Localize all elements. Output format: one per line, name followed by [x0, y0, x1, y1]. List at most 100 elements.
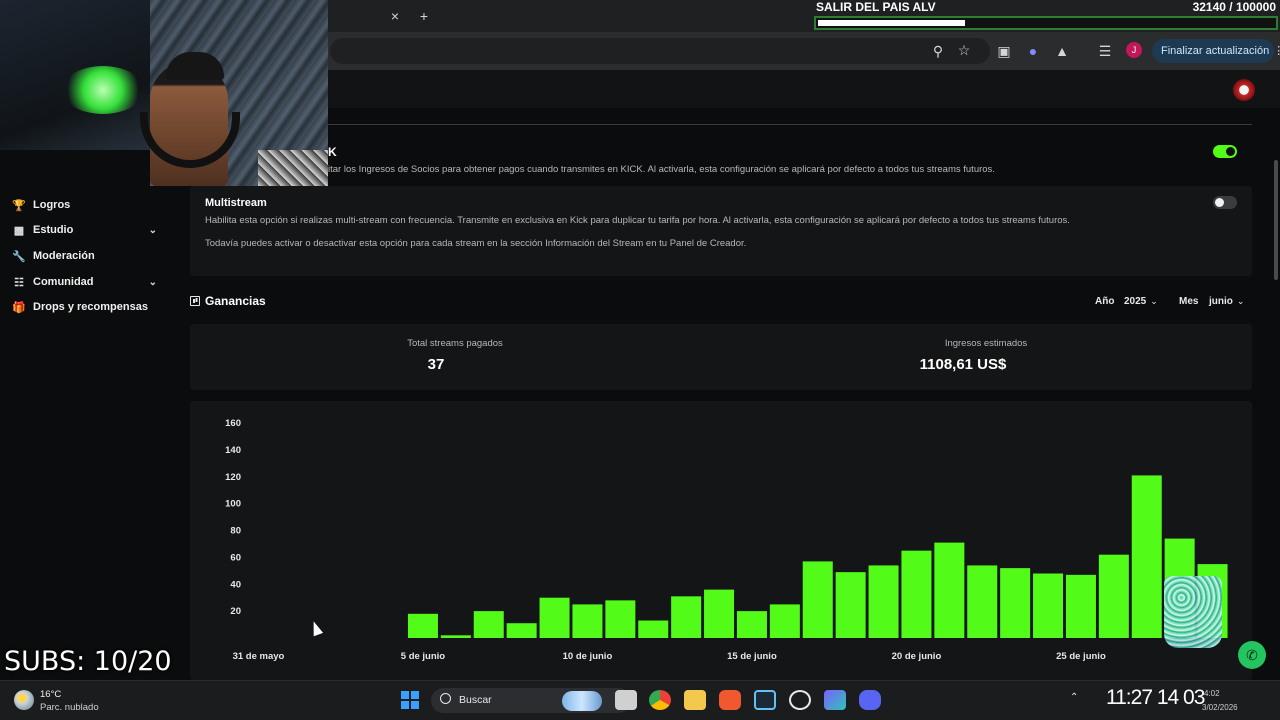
wrench-icon: 🔧 [12, 250, 26, 263]
earnings-bar-chart: 20 40 60 80 100 120 140 160 31 de mayo 5 de juni… [225, 418, 1228, 662]
sidebar-item-drops[interactable]: 🎁 Drops y recompensas [12, 297, 157, 317]
bar-9-jun[interactable] [539, 597, 570, 638]
sidebar-item-estudio[interactable]: ▩ Estudio ⌄ [12, 220, 157, 240]
sidebar-item-label: Comunidad [33, 276, 94, 288]
x-tick-label: 15 de junio [727, 651, 777, 662]
bookmark-star-icon[interactable]: ☆ [955, 41, 973, 59]
chrome-icon[interactable] [649, 690, 671, 710]
extensions-puzzle-icon[interactable]: ▲ [1053, 42, 1071, 60]
divider [328, 124, 1252, 125]
extension-icon[interactable]: ▣ [995, 42, 1013, 60]
x-tick-label: 5 de junio [401, 651, 446, 662]
y-tick-label: 20 [230, 606, 241, 617]
y-tick-label: 120 [225, 472, 241, 483]
new-tab-button[interactable]: + [415, 7, 433, 25]
app-diamond-icon[interactable] [824, 690, 846, 710]
profile-avatar[interactable]: J [1126, 42, 1142, 58]
chevron-down-icon: ⌄ [148, 276, 157, 288]
bar-20-jun[interactable] [901, 550, 932, 638]
subs-counter: SUBS: 10/20 [4, 646, 172, 677]
toggle-knob [1215, 198, 1224, 207]
year-value: 2025 [1124, 295, 1147, 307]
support-chat-button[interactable]: ✆ [1238, 641, 1266, 669]
month-select[interactable]: junio ⌄ [1209, 293, 1253, 309]
weather-description[interactable]: Parc. nublado [40, 702, 99, 713]
finish-update-button[interactable]: Finalizar actualización ⋮ [1152, 39, 1280, 63]
community-icon: ☷ [14, 276, 24, 289]
chevron-down-icon: ⌄ [1236, 295, 1245, 306]
bar-15-jun[interactable] [736, 611, 767, 638]
more-vertical-icon: ⋮ [1273, 45, 1280, 57]
bar-26-jun[interactable] [1098, 554, 1129, 638]
gift-icon: 🎁 [12, 301, 26, 314]
steam-icon[interactable] [754, 690, 776, 710]
bar-17-jun[interactable] [802, 561, 833, 638]
update-label: Finalizar actualización [1161, 45, 1270, 57]
multistream-toggle[interactable] [1213, 196, 1237, 209]
scrollbar[interactable] [1274, 160, 1278, 280]
bar-18-jun[interactable] [835, 572, 866, 638]
estimated-income-label: Ingresos estimados [944, 338, 1028, 349]
sidebar-item-moderacion[interactable]: 🔧 Moderación [12, 246, 157, 266]
bar-21-jun[interactable] [934, 542, 965, 638]
bar-chart-icon [190, 296, 200, 306]
goal-progress-bar [814, 16, 1278, 30]
clock-date[interactable]: 3/02/2026 [1202, 703, 1238, 712]
x-tick-label: 10 de junio [563, 651, 613, 662]
earnings-title: Ganancias [205, 294, 266, 308]
partner-income-toggle[interactable] [1213, 145, 1237, 158]
tab-close-icon[interactable]: × [386, 7, 404, 25]
bar-22-jun[interactable] [967, 565, 998, 638]
bar-8-jun[interactable] [506, 623, 537, 638]
y-tick-label: 80 [230, 526, 241, 537]
file-explorer-icon[interactable] [684, 690, 706, 710]
y-tick-label: 40 [230, 579, 241, 590]
task-view-icon[interactable] [615, 690, 637, 710]
bar-27-jun[interactable] [1131, 475, 1162, 638]
bar-11-jun[interactable] [605, 600, 636, 638]
windows-start-button[interactable] [401, 691, 419, 709]
partner-setting-title: K [328, 145, 337, 159]
weather-cloud-icon[interactable] [14, 690, 34, 710]
y-tick-label: 140 [225, 445, 241, 456]
bar-14-jun[interactable] [704, 589, 735, 638]
obs-icon[interactable] [789, 690, 811, 710]
media-control-icon[interactable]: ☰ [1096, 42, 1114, 60]
paid-streams-label: Total streams pagados [407, 338, 503, 349]
bar-19-jun[interactable] [868, 565, 899, 638]
bar-24-jun[interactable] [1033, 573, 1064, 639]
brave-icon[interactable] [719, 690, 741, 710]
sidebar-item-comunidad[interactable]: ☷ Comunidad ⌄ [12, 272, 157, 292]
multistream-note: Todavía puedes activar o desactivar esta… [205, 238, 747, 249]
bar-5-jun[interactable] [407, 613, 438, 638]
search-highlight-icon [562, 691, 602, 711]
zoom-icon[interactable]: ⚲ [929, 42, 947, 60]
sidebar-item-label: Estudio [33, 224, 74, 236]
discord-icon[interactable] [859, 690, 881, 710]
bar-23-jun[interactable] [1000, 568, 1031, 638]
bar-13-jun[interactable] [671, 596, 702, 638]
clock-time[interactable]: 4:02 [1204, 689, 1220, 698]
search-icon [440, 693, 451, 704]
month-label: Mes [1179, 296, 1199, 307]
user-avatar[interactable] [1233, 79, 1255, 101]
bar-10-jun[interactable] [572, 604, 603, 638]
year-select[interactable]: 2025 ⌄ [1124, 293, 1164, 309]
goal-count: 32140 / 100000 [1192, 0, 1276, 14]
sidebar-item-label: Drops y recompensas [33, 301, 148, 313]
bar-6-jun[interactable] [440, 635, 471, 638]
tray-chevron-up-icon[interactable]: ⌃ [1070, 692, 1078, 703]
address-field[interactable] [330, 38, 990, 64]
x-tick-label: 31 de mayo [233, 651, 285, 662]
sidebar-item-logros[interactable]: 🏆 Logros [12, 195, 157, 215]
extension-blue-icon[interactable]: ● [1024, 42, 1042, 60]
bar-25-jun[interactable] [1065, 574, 1096, 638]
bar-12-jun[interactable] [638, 620, 669, 638]
weather-temperature[interactable]: 16°C [40, 689, 61, 700]
bar-16-jun[interactable] [769, 604, 800, 638]
toggle-knob [1226, 147, 1235, 156]
y-tick-label: 100 [225, 499, 241, 510]
trash-can-decoration [1164, 576, 1222, 648]
bar-7-jun[interactable] [473, 611, 504, 638]
sidebar-item-label: Moderación [33, 250, 95, 262]
